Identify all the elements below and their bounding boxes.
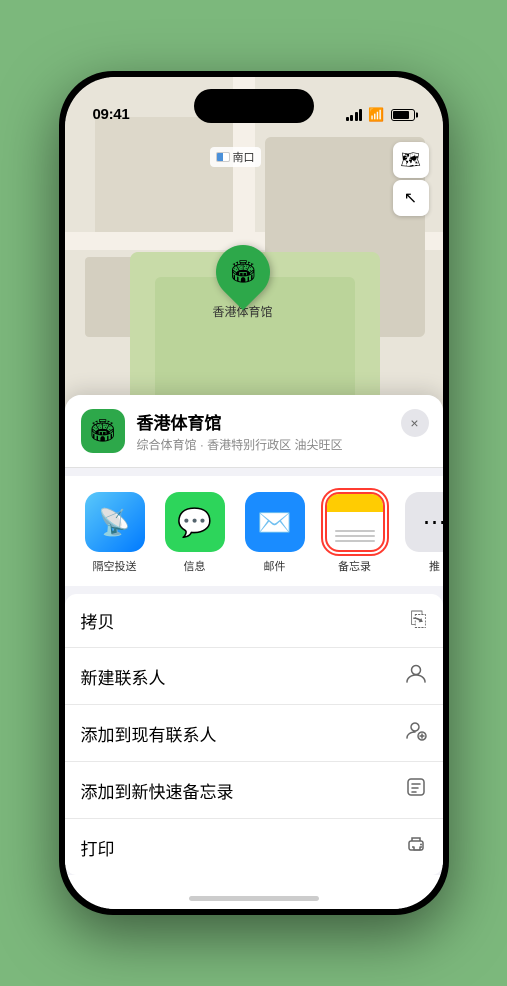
location-pin[interactable]: 🏟 香港体育馆 [213,245,273,320]
add-existing-icon [405,719,427,747]
status-time: 09:41 [93,106,130,123]
airdrop-label: 隔空投送 [93,558,137,574]
pin-emoji: 🏟 [229,259,257,285]
phone-screen: 09:41 📶 [65,77,443,909]
signal-icon [346,109,363,121]
map-icon: 🗺 [400,150,420,170]
battery-icon [391,109,415,121]
notes-lines [335,530,375,542]
print-icon [405,833,427,861]
location-subtitle: 综合体育馆 · 香港特别行政区 油尖旺区 [137,436,427,453]
north-direction-icon [216,152,230,162]
north-label: 南口 [210,147,261,167]
messages-label: 信息 [184,558,206,574]
location-name: 香港体育馆 [137,409,427,434]
pin-circle: 🏟 [204,234,280,310]
map-type-button[interactable]: 🗺 [393,142,429,178]
messages-icon: 💬 [165,492,225,552]
home-bar [189,896,319,901]
share-item-messages[interactable]: 💬 信息 [161,492,229,574]
status-icons: 📶 [346,107,415,123]
airdrop-icon: 📡 [85,492,145,552]
notes-label: 备忘录 [338,558,371,574]
new-contact-label: 新建联系人 [81,664,405,689]
bottom-sheet: 🏟 香港体育馆 综合体育馆 · 香港特别行政区 油尖旺区 × 📡 隔空投送 [65,395,443,909]
share-item-more[interactable]: ⋯ 推 [401,492,443,574]
action-add-existing[interactable]: 添加到现有联系人 [65,705,443,762]
phone-frame: 09:41 📶 [59,71,449,915]
copy-label: 拷贝 [81,608,411,633]
more-icon: ⋯ [405,492,443,552]
map-controls: 🗺 ↖ [393,142,429,216]
copy-icon: ⎘ [411,609,427,632]
add-notes-icon [405,776,427,804]
location-avatar: 🏟 [81,409,125,453]
notes-icon [325,492,385,552]
action-print[interactable]: 打印 [65,819,443,875]
location-button[interactable]: ↖ [393,180,429,216]
close-icon: × [410,415,418,431]
dynamic-island [194,89,314,123]
share-item-notes[interactable]: 备忘录 [321,492,389,574]
share-row: 📡 隔空投送 💬 信息 ✉️ 邮件 [65,476,443,586]
action-add-notes[interactable]: 添加到新快速备忘录 [65,762,443,819]
map-block [95,117,235,237]
action-new-contact[interactable]: 新建联系人 [65,648,443,705]
more-label: 推 [429,558,440,574]
share-item-airdrop[interactable]: 📡 隔空投送 [81,492,149,574]
close-button[interactable]: × [401,409,429,437]
new-contact-icon [405,662,427,690]
action-copy[interactable]: 拷贝 ⎘ [65,594,443,648]
mail-label: 邮件 [264,558,286,574]
share-item-mail[interactable]: ✉️ 邮件 [241,492,309,574]
print-label: 打印 [81,835,405,860]
add-existing-label: 添加到现有联系人 [81,721,405,746]
notes-top [327,494,383,512]
location-info: 香港体育馆 综合体育馆 · 香港特别行政区 油尖旺区 [137,409,427,453]
mail-icon: ✉️ [245,492,305,552]
avatar-emoji: 🏟 [89,418,117,444]
home-indicator [65,875,443,909]
compass-icon: ↖ [404,188,417,208]
add-notes-label: 添加到新快速备忘录 [81,778,405,803]
action-list: 拷贝 ⎘ 新建联系人 添加到现有联系人 [65,594,443,875]
wifi-icon: 📶 [368,107,384,123]
location-header: 🏟 香港体育馆 综合体育馆 · 香港特别行政区 油尖旺区 × [65,395,443,468]
north-text: 南口 [233,149,255,165]
